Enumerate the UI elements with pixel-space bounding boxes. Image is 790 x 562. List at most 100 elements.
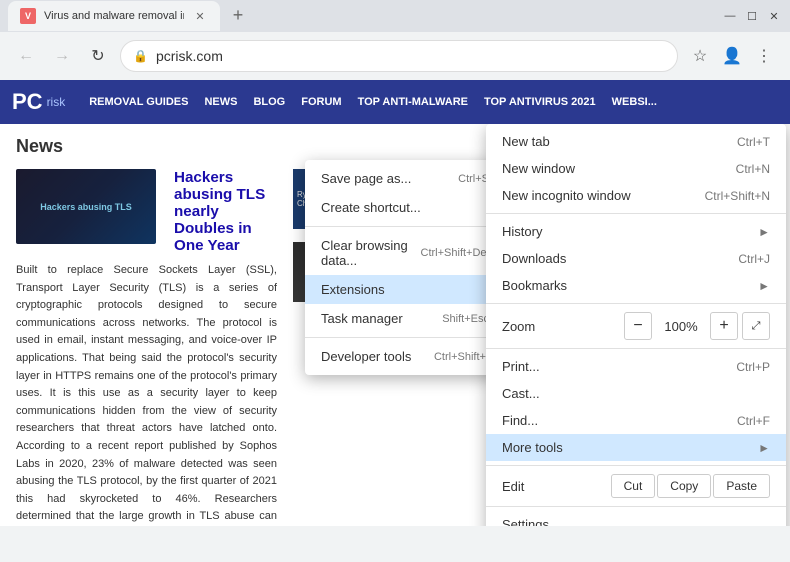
menu-sep-4 [486,465,786,466]
menu-downloads-shortcut: Ctrl+J [738,252,770,266]
menu-history-label: History [502,224,750,239]
zoom-value: 100% [656,319,706,334]
menu-print-label: Print... [502,359,720,374]
menu-downloads[interactable]: Downloads Ctrl+J [486,245,786,272]
title-bar: V Virus and malware removal instr... ✕ +… [0,0,790,32]
ctx-clear-shortcut: Ctrl+Shift+Del [421,247,489,259]
menu-bookmarks-arrow: ► [758,279,770,293]
nav-top-antivirus[interactable]: TOP ANTIVIRUS 2021 [484,96,596,108]
profile-button[interactable]: 👤 [718,42,746,70]
edit-row: Edit Cut Copy Paste [486,470,786,502]
menu-sep-1 [486,213,786,214]
edit-label: Edit [502,479,609,494]
menu-find[interactable]: Find... Ctrl+F [486,407,786,434]
tab-close-button[interactable]: ✕ [192,8,208,24]
article-1-body: Built to replace Secure Sockets Layer (S… [16,262,277,526]
menu-sep-5 [486,506,786,507]
page-context-menu: Save page as... Ctrl+S Create shortcut..… [305,160,505,375]
menu-sep-2 [486,303,786,304]
menu-settings[interactable]: Settings [486,511,786,526]
menu-new-tab[interactable]: New tab Ctrl+T [486,128,786,155]
address-bar: ← → ↻ 🔒 pcrisk.com ☆ 👤 ⋮ [0,32,790,80]
menu-new-incognito-shortcut: Ctrl+Shift+N [705,189,770,203]
refresh-button[interactable]: ↻ [84,42,112,70]
ctx-create-shortcut-label: Create shortcut... [321,200,421,215]
ctx-developer-tools[interactable]: Developer tools Ctrl+Shift+I [305,342,505,371]
menu-more-tools[interactable]: More tools ► [486,434,786,461]
menu-sep-3 [486,348,786,349]
page-content: News Hackers abusing TLS Hackers abusing… [0,124,790,526]
ctx-separator-1 [305,226,505,227]
back-button[interactable]: ← [12,42,40,70]
menu-button[interactable]: ⋮ [750,42,778,70]
menu-find-label: Find... [502,413,721,428]
menu-settings-label: Settings [502,517,770,526]
logo-pc-text: PC [12,89,43,115]
tab-title: Virus and malware removal instr... [44,10,184,22]
nav-website[interactable]: WEBSI... [612,96,657,108]
menu-history[interactable]: History ► [486,218,786,245]
article-1-header: Hackers abusing TLS Hackers abusing TLS … [16,169,277,254]
url-bar[interactable]: 🔒 pcrisk.com [120,40,678,72]
menu-new-incognito[interactable]: New incognito window Ctrl+Shift+N [486,182,786,209]
menu-cast-label: Cast... [502,386,770,401]
menu-more-tools-arrow: ► [758,441,770,455]
zoom-label: Zoom [502,319,620,334]
article-1-headline[interactable]: Hackers abusing TLS nearly Doubles in On… [174,169,277,254]
nav-removal-guides[interactable]: REMOVAL GUIDES [89,96,188,108]
ctx-extensions-label: Extensions [321,282,385,297]
ctx-save-page[interactable]: Save page as... Ctrl+S [305,164,505,193]
menu-new-window-shortcut: Ctrl+N [736,162,770,176]
ctx-create-shortcut[interactable]: Create shortcut... [305,193,505,222]
menu-downloads-label: Downloads [502,251,722,266]
ctx-save-page-label: Save page as... [321,171,411,186]
maximize-button[interactable]: ☐ [744,8,760,24]
forward-button[interactable]: → [48,42,76,70]
active-tab[interactable]: V Virus and malware removal instr... ✕ [8,1,220,31]
lock-icon: 🔒 [133,49,148,63]
window-controls: — ☐ ✕ [722,8,782,24]
url-text: pcrisk.com [156,48,223,64]
zoom-in-button[interactable]: + [710,312,738,340]
menu-history-arrow: ► [758,225,770,239]
tls-thumb-image: Hackers abusing TLS [16,169,156,244]
menu-new-tab-shortcut: Ctrl+T [737,135,770,149]
copy-button[interactable]: Copy [657,474,711,498]
menu-new-tab-label: New tab [502,134,721,149]
nav-blog[interactable]: BLOG [253,96,285,108]
menu-new-window[interactable]: New window Ctrl+N [486,155,786,182]
article-1-text: Hackers abusing TLS nearly Doubles in On… [174,169,277,254]
zoom-control: Zoom − 100% + ⤢ [486,308,786,344]
site-logo[interactable]: PC risk [12,89,65,115]
nav-top-anti-malware[interactable]: TOP ANTI-MALWARE [358,96,468,108]
minimize-button[interactable]: — [722,8,738,24]
nav-news[interactable]: NEWS [204,96,237,108]
tab-bar: V Virus and malware removal instr... ✕ + [8,1,714,31]
site-navigation: PC risk REMOVAL GUIDES NEWS BLOG FORUM T… [0,80,790,124]
paste-button[interactable]: Paste [713,474,770,498]
menu-print[interactable]: Print... Ctrl+P [486,353,786,380]
chrome-dropdown-menu: New tab Ctrl+T New window Ctrl+N New inc… [486,124,786,526]
article-1-thumb: Hackers abusing TLS [16,169,156,244]
menu-new-incognito-label: New incognito window [502,188,689,203]
ctx-clear-browsing[interactable]: Clear browsing data... Ctrl+Shift+Del [305,231,505,275]
zoom-out-button[interactable]: − [624,312,652,340]
menu-find-shortcut: Ctrl+F [737,414,770,428]
logo-risk-text: risk [47,95,66,109]
bookmark-button[interactable]: ☆ [686,42,714,70]
menu-more-tools-label: More tools [502,440,750,455]
ctx-task-manager-shortcut: Shift+Esc [442,313,489,325]
nav-forum[interactable]: FORUM [301,96,341,108]
ctx-extensions[interactable]: Extensions [305,275,505,304]
new-tab-button[interactable]: + [224,1,252,29]
cut-button[interactable]: Cut [611,474,656,498]
ctx-clear-browsing-label: Clear browsing data... [321,238,421,268]
tab-favicon: V [20,8,36,24]
ctx-developer-shortcut: Ctrl+Shift+I [434,351,489,363]
menu-bookmarks[interactable]: Bookmarks ► [486,272,786,299]
ctx-task-manager[interactable]: Task manager Shift+Esc [305,304,505,333]
menu-cast[interactable]: Cast... [486,380,786,407]
zoom-fullscreen-button[interactable]: ⤢ [742,312,770,340]
menu-bookmarks-label: Bookmarks [502,278,750,293]
close-button[interactable]: ✕ [766,8,782,24]
